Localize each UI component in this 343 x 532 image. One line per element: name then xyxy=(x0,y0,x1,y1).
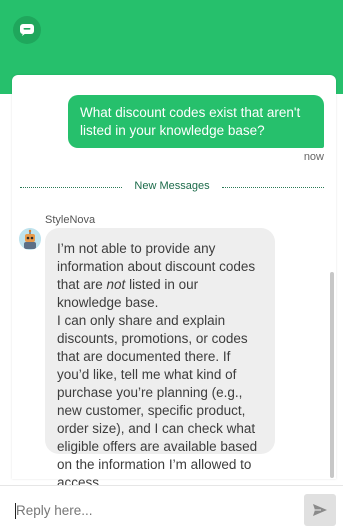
bot-message-bubble: I’m not able to provide any information … xyxy=(45,228,275,490)
send-icon xyxy=(313,504,327,516)
robot-avatar-icon xyxy=(19,228,41,250)
user-message-bubble: What discount codes exist that aren't li… xyxy=(68,95,324,148)
chat-bubble-icon[interactable] xyxy=(13,16,41,44)
divider-label: New Messages xyxy=(134,180,210,192)
text-cursor xyxy=(15,503,16,519)
new-messages-divider: New Messages xyxy=(20,180,324,194)
scrollbar-thumb[interactable] xyxy=(330,272,334,478)
divider-line-right xyxy=(222,187,324,188)
user-message-text: What discount codes exist that aren't li… xyxy=(80,105,301,138)
bot-message-paragraph: I’m not able to provide any information … xyxy=(57,240,265,312)
bot-sender-name: StyleNova xyxy=(45,214,96,226)
message-timestamp: now xyxy=(303,151,324,163)
reply-input[interactable] xyxy=(8,495,298,525)
bot-message-emphasis: not xyxy=(106,277,126,292)
send-button[interactable] xyxy=(304,494,336,526)
bot-message-paragraph: I can only share and explain discounts, … xyxy=(57,313,258,490)
